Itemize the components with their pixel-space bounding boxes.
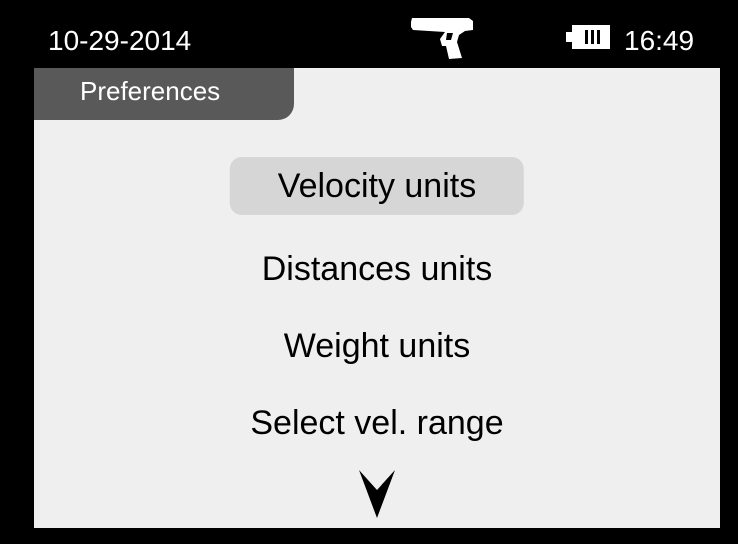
chevron-down-icon[interactable] [359, 470, 395, 518]
status-bar: 10-29-2014 16:49 [0, 0, 738, 68]
battery-icon [566, 25, 610, 49]
status-date: 10-29-2014 [48, 25, 192, 56]
menu-item-select-vel-range[interactable]: Select vel. range [250, 394, 503, 452]
preferences-menu: Velocity units Distances units Weight un… [34, 68, 720, 528]
menu-item-weight-units[interactable]: Weight units [284, 317, 470, 375]
menu-item-distances-units[interactable]: Distances units [262, 240, 493, 298]
device-display: 10-29-2014 16:49 Preferences Velocity un… [0, 0, 738, 544]
pistol-icon [411, 18, 473, 59]
menu-item-velocity-units[interactable]: Velocity units [229, 157, 525, 215]
preferences-screen: Preferences Velocity units Distances uni… [34, 68, 720, 528]
status-time: 16:49 [624, 25, 695, 56]
